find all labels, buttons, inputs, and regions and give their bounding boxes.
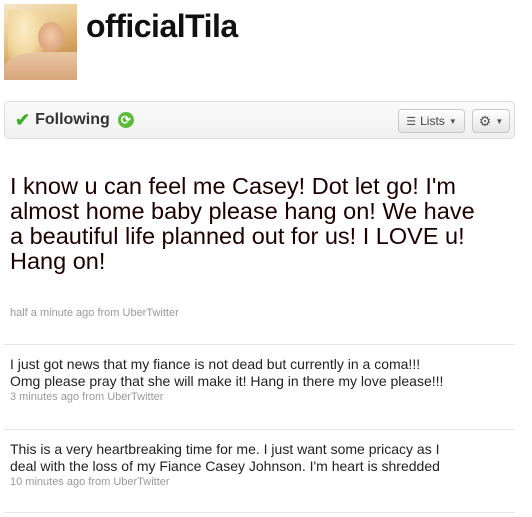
list-icon: ☰ <box>406 115 417 128</box>
tweet-item: I just got news that my fiance is not de… <box>10 356 450 406</box>
gear-icon: ⚙ <box>478 112 492 129</box>
tweet-item: This is a very heartbreaking time for me… <box>10 441 450 491</box>
following-label: Following <box>35 111 110 128</box>
refresh-icon[interactable]: ⟳ <box>117 112 134 128</box>
tweet-text: This is a very heartbreaking time for me… <box>10 441 440 474</box>
following-status[interactable]: ✔ Following ⟳ <box>15 111 134 129</box>
divider <box>4 344 515 345</box>
settings-menu-button[interactable]: ⚙ ▼ <box>472 109 510 133</box>
featured-tweet-meta[interactable]: half a minute ago from UberTwitter <box>10 307 179 319</box>
lists-button[interactable]: ☰ Lists ▼ <box>398 109 465 133</box>
divider <box>4 512 515 513</box>
avatar-face <box>38 22 64 52</box>
chevron-down-icon: ▼ <box>448 116 457 126</box>
tweet-text: I just got news that my fiance is not de… <box>10 356 444 389</box>
follow-bar: ✔ Following ⟳ ☰ Lists ▼ ⚙ ▼ <box>4 101 515 139</box>
profile-screen-name: officialTila <box>86 8 238 44</box>
featured-tweet-text: I know u can feel me Casey! Dot let go! … <box>10 173 475 274</box>
avatar-arm <box>4 52 77 80</box>
tweet-meta[interactable]: 10 minutes ago from UberTwitter <box>10 474 450 491</box>
divider <box>4 429 515 430</box>
profile-avatar[interactable] <box>4 4 77 80</box>
lists-label: Lists <box>420 114 445 128</box>
chevron-down-icon: ▼ <box>495 116 504 126</box>
tweet-meta[interactable]: 3 minutes ago from UberTwitter <box>10 389 450 406</box>
check-icon: ✔ <box>15 110 31 130</box>
